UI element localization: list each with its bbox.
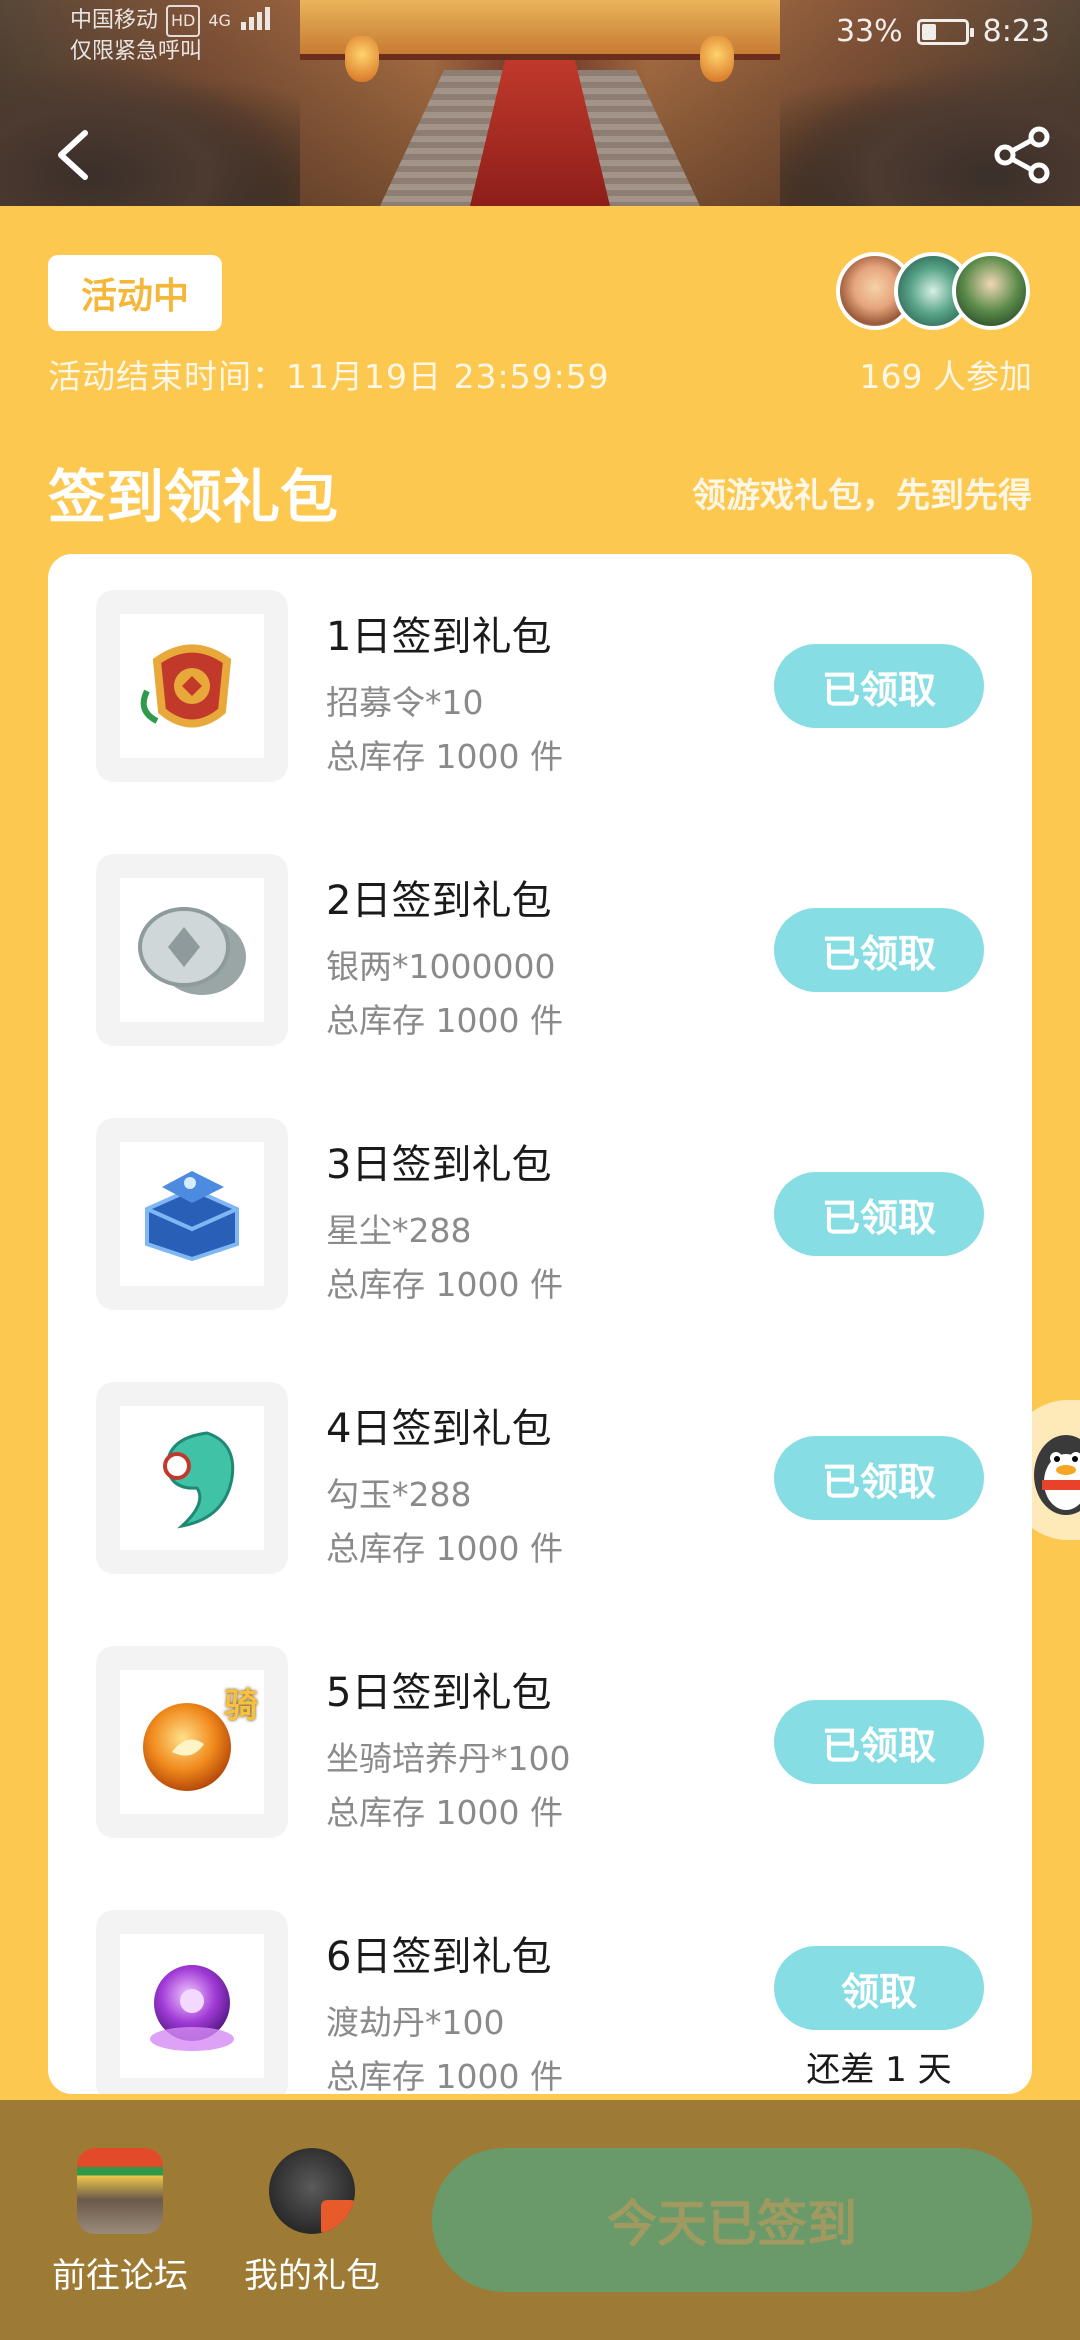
silver-coin-icon bbox=[138, 907, 246, 995]
claimed-button[interactable]: 已领取 bbox=[774, 1172, 984, 1256]
clock: 8:23 bbox=[982, 14, 1050, 49]
gift-stock: 总库存 1000 件 bbox=[326, 1793, 563, 1832]
chevron-left-icon bbox=[58, 130, 88, 180]
emergency-text: 仅限紧急呼叫 bbox=[70, 39, 203, 64]
activity-end-time: 活动结束时间：11月19日 23:59:59 bbox=[48, 357, 610, 396]
lantern-icon bbox=[700, 36, 734, 82]
gift-stock: 总库存 1000 件 bbox=[326, 1529, 563, 1568]
gift-stock: 总库存 1000 件 bbox=[326, 1001, 563, 1040]
gift-title: 2日签到礼包 bbox=[326, 878, 552, 924]
gift-item-day6: 6日签到礼包 渡劫丹*100 总库存 1000 件 领取 还差 1 天 bbox=[48, 1874, 1032, 2094]
purple-orb-icon bbox=[150, 1965, 234, 2051]
gift-item-day5: 骑 5日签到礼包 坐骑培养丹*100 总库存 1000 件 已领取 bbox=[48, 1610, 1032, 1838]
lantern-icon bbox=[345, 36, 379, 82]
stardust-chest-icon bbox=[145, 1171, 239, 1262]
token-icon bbox=[140, 644, 232, 728]
forum-label: 前往论坛 bbox=[52, 2256, 188, 2296]
gift-thumbnail bbox=[96, 1118, 288, 1310]
gift-title: 6日签到礼包 bbox=[326, 1934, 552, 1980]
gift-item-day4: 4日签到礼包 勾玉*288 总库存 1000 件 已领取 bbox=[48, 1346, 1032, 1574]
gift-thumbnail: 骑 bbox=[96, 1646, 288, 1838]
status-carrier: 中国移动 HD 4G 仅限紧急呼叫 bbox=[70, 4, 279, 66]
gift-stock: 总库存 1000 件 bbox=[326, 737, 563, 776]
gift-stock: 总库存 1000 件 bbox=[326, 2057, 563, 2094]
jade-icon bbox=[163, 1431, 235, 1529]
gift-description: 星尘*288 bbox=[326, 1211, 472, 1250]
gift-stock: 总库存 1000 件 bbox=[326, 1265, 563, 1304]
gift-description: 坐骑培养丹*100 bbox=[326, 1739, 571, 1778]
gift-description: 渡劫丹*100 bbox=[326, 2003, 505, 2042]
carrier-name: 中国移动 bbox=[70, 8, 159, 33]
section-title: 签到领礼包 bbox=[48, 463, 339, 531]
claimed-button[interactable]: 已领取 bbox=[774, 1436, 984, 1520]
avatar bbox=[952, 252, 1030, 330]
gift-description: 银两*1000000 bbox=[326, 947, 556, 986]
status-right: 33% 8:23 bbox=[836, 14, 1050, 49]
share-button[interactable] bbox=[988, 120, 1058, 190]
gift-title: 4日签到礼包 bbox=[326, 1406, 552, 1452]
gift-title: 1日签到礼包 bbox=[326, 614, 552, 660]
participant-count: 169 人参加 bbox=[859, 357, 1032, 396]
forum-icon bbox=[77, 2148, 163, 2234]
my-gifts-tab[interactable]: 我的礼包 bbox=[232, 2148, 392, 2297]
battery-percent: 33% bbox=[835, 14, 903, 49]
gift-list: 1日签到礼包 招募令*10 总库存 1000 件 已领取 2日签到礼包 银两*1… bbox=[48, 554, 1032, 2094]
gift-thumbnail bbox=[96, 1382, 288, 1574]
penguin-icon bbox=[1034, 1435, 1080, 1515]
hd-badge: HD bbox=[166, 5, 201, 37]
bottom-bar: 前往论坛 我的礼包 今天已签到 bbox=[0, 2100, 1080, 2340]
gift-thumbnail bbox=[96, 590, 288, 782]
network-type: 4G bbox=[208, 11, 231, 30]
forum-tab[interactable]: 前往论坛 bbox=[40, 2148, 200, 2297]
gift-thumbnail bbox=[96, 1910, 288, 2094]
gift-description: 勾玉*288 bbox=[326, 1475, 472, 1514]
signal-icon bbox=[239, 4, 279, 38]
back-button[interactable] bbox=[38, 120, 108, 190]
claim-button[interactable]: 领取 bbox=[774, 1946, 984, 2030]
gift-thumbnail bbox=[96, 854, 288, 1046]
gift-description: 招募令*10 bbox=[326, 683, 484, 722]
activity-status-badge: 活动中 bbox=[48, 255, 222, 331]
mount-badge: 骑 bbox=[224, 1686, 258, 1726]
claimed-button[interactable]: 已领取 bbox=[774, 1700, 984, 1784]
header-banner: 中国移动 HD 4G 仅限紧急呼叫 33% 8:23 bbox=[0, 0, 1080, 206]
gift-item-day3: 3日签到礼包 星尘*288 总库存 1000 件 已领取 bbox=[48, 1082, 1032, 1310]
gift-box-icon bbox=[269, 2148, 355, 2234]
signed-today-button[interactable]: 今天已签到 bbox=[432, 2148, 1032, 2292]
participant-avatars[interactable] bbox=[836, 252, 1030, 330]
section-subtitle: 领游戏礼包，先到先得 bbox=[692, 476, 1032, 516]
gift-item-day1: 1日签到礼包 招募令*10 总库存 1000 件 已领取 bbox=[48, 554, 1032, 782]
battery-icon bbox=[916, 18, 974, 45]
gift-title: 3日签到礼包 bbox=[326, 1142, 552, 1188]
claimed-button[interactable]: 已领取 bbox=[774, 908, 984, 992]
claimed-button[interactable]: 已领取 bbox=[774, 644, 984, 728]
share-icon bbox=[994, 126, 1050, 184]
gift-title: 5日签到礼包 bbox=[326, 1670, 552, 1716]
remaining-days: 还差 1 天 bbox=[806, 2050, 952, 2090]
my-gifts-label: 我的礼包 bbox=[244, 2256, 380, 2296]
gift-item-day2: 2日签到礼包 银两*1000000 总库存 1000 件 已领取 bbox=[48, 818, 1032, 1046]
